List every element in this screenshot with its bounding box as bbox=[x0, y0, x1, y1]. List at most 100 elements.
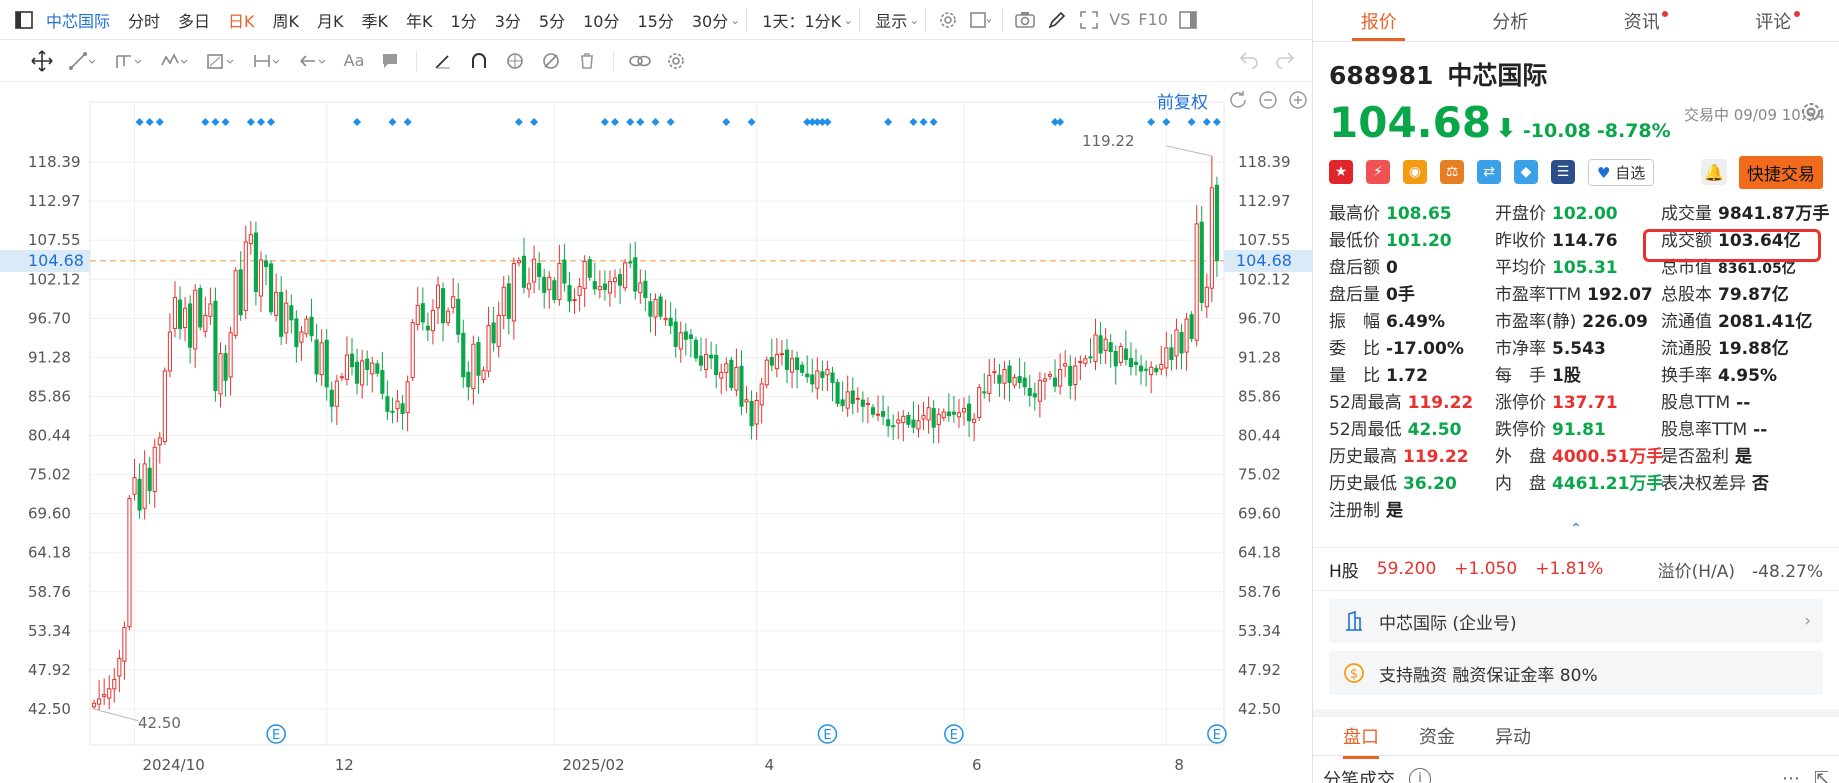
period-tab[interactable]: 月K bbox=[308, 8, 353, 32]
candle-body bbox=[592, 281, 597, 290]
window-icon[interactable] bbox=[967, 8, 993, 32]
info-icon[interactable]: i bbox=[1409, 767, 1431, 783]
trash-icon[interactable] bbox=[569, 44, 605, 78]
line-tool-icon[interactable] bbox=[60, 44, 106, 78]
field-label: 最高价 bbox=[1329, 204, 1380, 224]
bell-icon[interactable]: 🔔 bbox=[1701, 159, 1727, 185]
tab-comments[interactable]: 评论 bbox=[1708, 0, 1839, 41]
vs-button[interactable]: VS bbox=[1105, 10, 1134, 29]
candlestick-chart[interactable]: E E E E 118.39 112.97 107.55 102.12 96.70 91.28 8… bbox=[0, 84, 1312, 783]
channel-tool-icon[interactable] bbox=[106, 44, 152, 78]
stock-name-label[interactable]: 中芯国际 bbox=[40, 8, 119, 32]
reset-icon[interactable] bbox=[1228, 90, 1248, 114]
quote-field: 换手率 4.95% bbox=[1661, 361, 1777, 386]
report-icon[interactable]: ☰ bbox=[1551, 160, 1575, 184]
zoom-out-icon[interactable] bbox=[1258, 90, 1278, 114]
more-icon[interactable]: ⋯ bbox=[1782, 768, 1800, 783]
candle-body bbox=[405, 381, 410, 414]
hide-drawings-icon[interactable] bbox=[533, 44, 569, 78]
panel-toggle-icon[interactable] bbox=[1175, 8, 1201, 32]
period-tab[interactable]: 年K bbox=[397, 8, 442, 32]
move-icon[interactable] bbox=[24, 44, 60, 78]
adjust-mode-button[interactable]: 前复权 bbox=[1157, 88, 1208, 113]
settings-icon[interactable] bbox=[935, 8, 961, 32]
shuffle-icon[interactable]: ⇄ bbox=[1477, 160, 1501, 184]
period-tab[interactable]: 周K bbox=[264, 8, 309, 32]
candle-body bbox=[774, 353, 779, 370]
text-tool-icon[interactable]: Aa bbox=[336, 44, 372, 78]
candle-body bbox=[390, 410, 395, 413]
undo-icon[interactable] bbox=[1238, 49, 1260, 73]
period-tab[interactable]: 5分 bbox=[530, 8, 574, 32]
quick-trade-button[interactable]: 快捷交易 bbox=[1739, 155, 1823, 189]
chevron-down-icon[interactable]: ⌄ bbox=[730, 13, 740, 27]
period-tab[interactable]: 多日 bbox=[169, 8, 219, 32]
period-tab[interactable]: 10分 bbox=[574, 8, 628, 32]
coins-icon[interactable]: ◉ bbox=[1403, 160, 1427, 184]
event-diamond-icon bbox=[145, 118, 154, 126]
candle-body bbox=[456, 298, 461, 335]
candle-body bbox=[1189, 314, 1194, 340]
f10-button[interactable]: F10 bbox=[1134, 10, 1172, 29]
company-account-card[interactable]: 中芯国际 (企业号) › bbox=[1329, 599, 1823, 643]
range-select[interactable]: 1天：1分K bbox=[753, 8, 843, 32]
stock-code: 688981 bbox=[1329, 61, 1434, 90]
tab-quote[interactable]: 报价 bbox=[1313, 0, 1445, 41]
china-flag-icon[interactable]: ★ bbox=[1329, 160, 1353, 184]
measure-tool-icon[interactable] bbox=[198, 44, 244, 78]
sidebar-toggle-icon[interactable] bbox=[11, 8, 37, 32]
period-tab[interactable]: 分时 bbox=[119, 8, 169, 32]
margin-card[interactable]: $ 支持融资 融资保证金率 80% bbox=[1329, 651, 1823, 695]
candle-body bbox=[840, 399, 845, 407]
tab-order-book[interactable]: 盘口 bbox=[1343, 713, 1379, 759]
arrow-tool-icon[interactable] bbox=[290, 44, 336, 78]
drawing-settings-icon[interactable] bbox=[658, 44, 694, 78]
candle-body bbox=[820, 371, 825, 378]
tab-analysis[interactable]: 分析 bbox=[1445, 0, 1577, 41]
candle-body bbox=[248, 234, 253, 245]
candle-body bbox=[916, 420, 921, 430]
y-tick-right: 91.28 bbox=[1238, 348, 1281, 366]
candle-body bbox=[1123, 348, 1128, 360]
lock-drawings-icon[interactable] bbox=[497, 44, 533, 78]
chevron-down-icon[interactable]: ⌄ bbox=[909, 13, 919, 27]
tab-news[interactable]: 资讯 bbox=[1576, 0, 1708, 41]
chevron-down-icon[interactable]: ⌄ bbox=[843, 13, 853, 27]
period-tab[interactable]: 3分 bbox=[486, 8, 530, 32]
redo-icon[interactable] bbox=[1274, 49, 1296, 73]
chart-canvas[interactable]: E E E E 118.39 112.97 107.55 102.12 96.70 91.28 8… bbox=[0, 84, 1312, 783]
camera-icon[interactable] bbox=[1012, 8, 1038, 32]
wave-tool-icon[interactable] bbox=[152, 44, 198, 78]
h-share-row[interactable]: H股 59.200 +1.050 +1.81% 溢价(H/A) -48.27% bbox=[1313, 547, 1839, 591]
period-tab[interactable]: 季K bbox=[353, 8, 398, 32]
magnet-icon[interactable] bbox=[461, 44, 497, 78]
period-tab[interactable]: 15分 bbox=[628, 8, 682, 32]
candle-body bbox=[891, 425, 896, 428]
expand-icon[interactable]: ⇱ bbox=[1814, 768, 1829, 783]
pen-icon[interactable] bbox=[1044, 8, 1070, 32]
divider bbox=[925, 7, 927, 32]
scale-icon[interactable]: ⚖ bbox=[1440, 160, 1464, 184]
brush-icon[interactable] bbox=[425, 44, 461, 78]
tab-fund-flow[interactable]: 资金 bbox=[1419, 713, 1455, 759]
field-label: 最低价 bbox=[1329, 231, 1380, 251]
range-tool-icon[interactable] bbox=[244, 44, 290, 78]
candle-body bbox=[127, 498, 132, 628]
tag-icon[interactable]: ◆ bbox=[1514, 160, 1538, 184]
quote-field: 振 幅 6.49% bbox=[1329, 307, 1445, 332]
period-tab[interactable]: 1分 bbox=[442, 8, 486, 32]
tab-unusual[interactable]: 异动 bbox=[1495, 713, 1531, 759]
fullscreen-icon[interactable] bbox=[1076, 8, 1102, 32]
period-tab[interactable]: 30分 bbox=[683, 8, 730, 32]
comment-tool-icon[interactable] bbox=[372, 44, 408, 78]
link-icon[interactable] bbox=[622, 44, 658, 78]
add-watchlist-button[interactable]: ♥ 自选 bbox=[1588, 158, 1655, 186]
display-menu[interactable]: 显示 bbox=[866, 8, 909, 32]
period-tab-active[interactable]: 日K bbox=[219, 8, 264, 32]
candle-body bbox=[430, 309, 435, 332]
candle-body bbox=[1007, 365, 1012, 383]
zoom-in-icon[interactable] bbox=[1288, 90, 1308, 114]
lightning-icon[interactable]: ⚡ bbox=[1366, 160, 1390, 184]
collapse-chevron-icon[interactable]: ⌃ bbox=[1313, 521, 1839, 537]
y-tick-right: 85.86 bbox=[1238, 387, 1281, 405]
